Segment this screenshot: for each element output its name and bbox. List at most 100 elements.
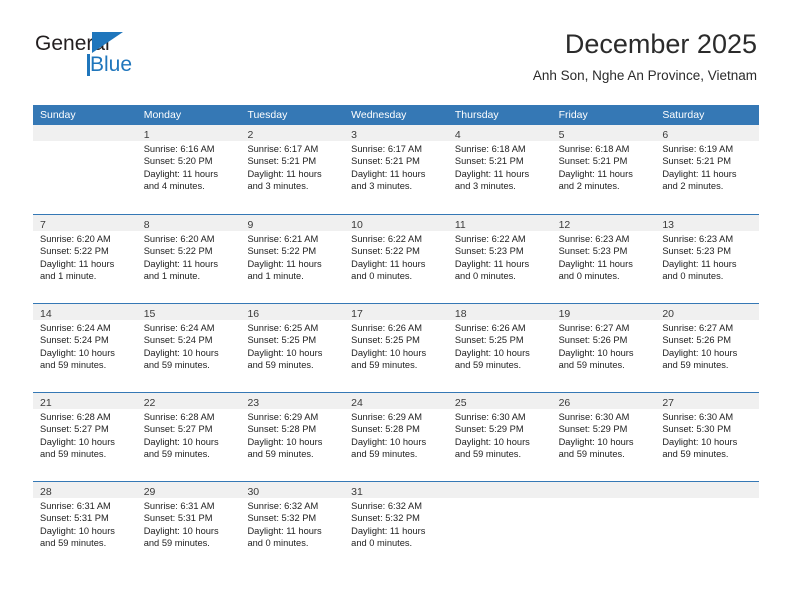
sunset-text: Sunset: 5:25 PM: [351, 335, 420, 346]
day-detail-body: Sunrise: 6:29 AM Sunset: 5:28 PM Daylight:…: [240, 409, 344, 461]
calendar-day-cell[interactable]: 29 Sunrise: 6:31 AM Sunset: 5:31 PM Dayligh…: [136, 482, 241, 570]
page-subtitle: Anh Son, Nghe An Province, Vietnam: [532, 68, 757, 83]
calendar-week-row: 21 Sunrise: 6:28 AM Sunset: 5:27 PM Dayligh…: [33, 392, 760, 481]
calendar-day-cell[interactable]: 6 Sunrise: 6:19 AM Sunset: 5:21 PM Daylight…: [655, 125, 760, 214]
sunrise-text: Sunrise: 6:32 AM: [247, 501, 319, 511]
sunrise-text: Sunrise: 6:22 AM: [454, 234, 526, 244]
calendar-day-cell[interactable]: 13 Sunrise: 6:23 AM Sunset: 5:23 PM Dayligh…: [655, 215, 760, 303]
calendar-day-cell[interactable]: 21 Sunrise: 6:28 AM Sunset: 5:27 PM Dayligh…: [33, 393, 137, 481]
calendar-day-cell[interactable]: 25 Sunrise: 6:30 AM Sunset: 5:29 PM Dayligh…: [447, 393, 552, 481]
sunset-text: Sunset: 5:23 PM: [454, 246, 524, 257]
day-number-band: 24: [344, 393, 448, 409]
daylight-text-line2: and 0 minutes.: [247, 538, 309, 549]
daylight-text-line1: Daylight: 10 hours: [40, 347, 115, 358]
daylight-text-line2: and 1 minute.: [143, 271, 201, 282]
calendar-day-cell-empty: [33, 125, 137, 214]
day-detail-body: Sunrise: 6:28 AM Sunset: 5:27 PM Daylight:…: [33, 409, 137, 461]
daylight-text-line2: and 2 minutes.: [558, 181, 620, 192]
daylight-text-line1: Daylight: 10 hours: [454, 347, 530, 358]
sunset-text: Sunset: 5:31 PM: [143, 513, 213, 524]
day-of-week-header: Sunday Monday Tuesday Wednesday Thursday…: [33, 105, 759, 125]
calendar-day-cell[interactable]: 31 Sunrise: 6:32 AM Sunset: 5:32 PM Dayligh…: [344, 482, 448, 570]
day-detail-body: Sunrise: 6:23 AM Sunset: 5:23 PM Daylight:…: [655, 231, 759, 283]
sunrise-text: Sunrise: 6:30 AM: [558, 412, 630, 422]
calendar-day-cell[interactable]: 12 Sunrise: 6:23 AM Sunset: 5:23 PM Dayligh…: [551, 215, 656, 303]
calendar-day-cell[interactable]: 20 Sunrise: 6:27 AM Sunset: 5:26 PM Dayligh…: [655, 304, 760, 392]
calendar-day-cell[interactable]: 11 Sunrise: 6:22 AM Sunset: 5:23 PM Dayligh…: [447, 215, 552, 303]
sunset-text: Sunset: 5:24 PM: [40, 335, 109, 346]
calendar-day-cell[interactable]: 15 Sunrise: 6:24 AM Sunset: 5:24 PM Dayligh…: [136, 304, 241, 392]
day-detail-body: Sunrise: 6:18 AM Sunset: 5:21 PM Daylight:…: [552, 141, 656, 193]
calendar-day-cell[interactable]: 22 Sunrise: 6:28 AM Sunset: 5:27 PM Dayligh…: [136, 393, 241, 481]
daylight-text-line1: Daylight: 11 hours: [558, 258, 633, 269]
calendar-day-cell[interactable]: 19 Sunrise: 6:27 AM Sunset: 5:26 PM Dayligh…: [551, 304, 656, 392]
day-number: 19: [558, 308, 571, 320]
calendar-day-cell[interactable]: 18 Sunrise: 6:26 AM Sunset: 5:25 PM Dayligh…: [447, 304, 552, 392]
daylight-text-line2: and 59 minutes.: [454, 449, 522, 460]
calendar-day-cell[interactable]: 27 Sunrise: 6:30 AM Sunset: 5:30 PM Dayligh…: [655, 393, 760, 481]
calendar-day-cell[interactable]: 2 Sunrise: 6:17 AM Sunset: 5:21 PM Daylight…: [240, 125, 345, 214]
daylight-text-line1: Daylight: 10 hours: [40, 436, 115, 447]
sunrise-text: Sunrise: 6:20 AM: [143, 234, 215, 244]
general-blue-logo[interactable]: General Blue: [35, 32, 165, 88]
calendar-day-cell[interactable]: 8 Sunrise: 6:20 AM Sunset: 5:22 PM Daylight…: [136, 215, 241, 303]
sunrise-text: Sunrise: 6:17 AM: [351, 144, 422, 154]
day-number: 2: [247, 129, 254, 141]
daylight-text-line1: Daylight: 10 hours: [558, 436, 634, 447]
calendar-day-cell[interactable]: 24 Sunrise: 6:29 AM Sunset: 5:28 PM Dayligh…: [344, 393, 448, 481]
day-number: 7: [40, 219, 46, 231]
calendar-day-cell[interactable]: 28 Sunrise: 6:31 AM Sunset: 5:31 PM Dayligh…: [33, 482, 137, 570]
calendar-day-cell[interactable]: 23 Sunrise: 6:29 AM Sunset: 5:28 PM Dayligh…: [240, 393, 345, 481]
sunset-text: Sunset: 5:27 PM: [143, 424, 213, 435]
sunrise-text: Sunrise: 6:18 AM: [558, 144, 630, 154]
day-number: 9: [247, 219, 254, 231]
calendar-day-cell[interactable]: 4 Sunrise: 6:18 AM Sunset: 5:21 PM Daylight…: [447, 125, 552, 214]
day-number: 5: [558, 129, 565, 141]
calendar-day-cell[interactable]: 1 Sunrise: 6:16 AM Sunset: 5:20 PM Daylight…: [136, 125, 241, 214]
sunrise-text: Sunrise: 6:19 AM: [662, 144, 734, 154]
calendar-day-cell[interactable]: 14 Sunrise: 6:24 AM Sunset: 5:24 PM Dayligh…: [33, 304, 137, 392]
daylight-text-line2: and 59 minutes.: [351, 449, 418, 460]
calendar-day-cell[interactable]: 5 Sunrise: 6:18 AM Sunset: 5:21 PM Daylight…: [551, 125, 656, 214]
daylight-text-line1: Daylight: 11 hours: [351, 258, 426, 269]
day-number: 11: [454, 219, 466, 231]
day-detail-body: Sunrise: 6:17 AM Sunset: 5:21 PM Daylight:…: [240, 141, 344, 193]
calendar-day-cell[interactable]: 9 Sunrise: 6:21 AM Sunset: 5:22 PM Daylight…: [240, 215, 345, 303]
day-detail-body: [655, 498, 759, 500]
day-number-band: 3: [344, 125, 448, 141]
sunrise-text: Sunrise: 6:28 AM: [40, 412, 111, 422]
calendar-day-cell[interactable]: 17 Sunrise: 6:26 AM Sunset: 5:25 PM Dayligh…: [344, 304, 448, 392]
daylight-text-line2: and 59 minutes.: [351, 360, 418, 371]
title-block: December 2025 Anh Son, Nghe An Province,…: [533, 28, 757, 86]
daylight-text-line1: Daylight: 10 hours: [558, 347, 634, 358]
sunset-text: Sunset: 5:22 PM: [351, 246, 420, 257]
day-detail-body: Sunrise: 6:24 AM Sunset: 5:24 PM Daylight:…: [33, 320, 137, 372]
sunset-text: Sunset: 5:20 PM: [143, 156, 213, 167]
daylight-text-line1: Daylight: 11 hours: [40, 258, 115, 269]
day-number: 28: [40, 486, 52, 498]
calendar-week-row: 1 Sunrise: 6:16 AM Sunset: 5:20 PM Daylight…: [33, 125, 760, 214]
daylight-text-line2: and 59 minutes.: [40, 360, 107, 371]
dow-saturday: Saturday: [662, 109, 705, 121]
day-number-band: 1: [136, 125, 241, 141]
day-detail-body: [552, 498, 656, 500]
daylight-text-line2: and 59 minutes.: [558, 360, 625, 371]
calendar-day-cell[interactable]: 10 Sunrise: 6:22 AM Sunset: 5:22 PM Dayligh…: [344, 215, 448, 303]
sunset-text: Sunset: 5:24 PM: [143, 335, 213, 346]
day-detail-body: Sunrise: 6:26 AM Sunset: 5:25 PM Daylight:…: [448, 320, 552, 372]
daylight-text-line2: and 59 minutes.: [40, 538, 107, 549]
day-number: 25: [454, 397, 467, 409]
day-number-band: 23: [240, 393, 345, 409]
day-detail-body: Sunrise: 6:19 AM Sunset: 5:21 PM Daylight:…: [655, 141, 759, 193]
sunset-text: Sunset: 5:29 PM: [454, 424, 524, 435]
calendar-day-cell[interactable]: 16 Sunrise: 6:25 AM Sunset: 5:25 PM Dayligh…: [240, 304, 345, 392]
daylight-text-line1: Daylight: 11 hours: [247, 258, 322, 269]
daylight-text-line2: and 0 minutes.: [351, 538, 413, 549]
calendar-day-cell[interactable]: 7 Sunrise: 6:20 AM Sunset: 5:22 PM Daylight…: [33, 215, 137, 303]
sunrise-text: Sunrise: 6:26 AM: [454, 323, 526, 333]
day-number-band: 22: [136, 393, 241, 409]
calendar-day-cell[interactable]: 3 Sunrise: 6:17 AM Sunset: 5:21 PM Daylight…: [344, 125, 448, 214]
calendar-day-cell[interactable]: 30 Sunrise: 6:32 AM Sunset: 5:32 PM Dayligh…: [240, 482, 345, 570]
day-detail-body: Sunrise: 6:30 AM Sunset: 5:29 PM Daylight:…: [552, 409, 656, 461]
calendar-day-cell[interactable]: 26 Sunrise: 6:30 AM Sunset: 5:29 PM Dayligh…: [551, 393, 656, 481]
